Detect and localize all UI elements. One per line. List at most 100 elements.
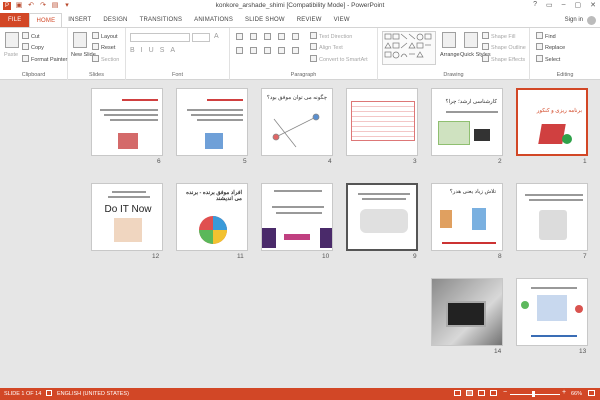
- align-left-icon[interactable]: [236, 47, 243, 54]
- underline-icon[interactable]: U: [149, 47, 154, 54]
- slide-4-diagram: [272, 113, 320, 148]
- paste-button[interactable]: Paste: [4, 52, 18, 58]
- arrange-icon[interactable]: [442, 32, 456, 48]
- layout-button[interactable]: Layout: [92, 32, 118, 40]
- reading-view-icon[interactable]: [478, 390, 485, 396]
- tab-transitions[interactable]: TRANSITIONS: [134, 13, 189, 27]
- slide-thumbnail-12[interactable]: Do IT Now: [91, 183, 163, 251]
- minimize-button[interactable]: –: [562, 1, 566, 9]
- tab-review[interactable]: REVIEW: [291, 13, 328, 27]
- slide-6-image: [118, 133, 138, 149]
- copy-button[interactable]: Copy: [22, 43, 44, 51]
- tab-insert[interactable]: INSERT: [62, 13, 97, 27]
- zoom-level[interactable]: 66%: [571, 391, 582, 397]
- slideshow-view-icon[interactable]: [490, 390, 497, 396]
- shape-effects-button[interactable]: Shape Effects: [482, 55, 525, 63]
- bullets-icon[interactable]: [236, 33, 243, 40]
- decrease-indent-icon[interactable]: [264, 33, 271, 40]
- spelling-icon[interactable]: [46, 390, 52, 396]
- new-slide-icon[interactable]: [73, 32, 87, 48]
- italic-icon[interactable]: I: [141, 47, 143, 54]
- slide-sorter-view-icon[interactable]: [466, 390, 473, 396]
- replace-button[interactable]: Replace: [536, 43, 565, 51]
- slide-thumbnail-5[interactable]: [176, 88, 248, 156]
- paste-icon[interactable]: [5, 32, 19, 48]
- slides-group: New Slide Layout Reset Section Slides: [68, 28, 126, 80]
- slide-indicator: SLIDE 1 OF 14: [4, 391, 42, 397]
- slide-thumbnail-13[interactable]: [516, 278, 588, 346]
- window-controls: ? ▭ – ▢ ✕: [533, 1, 596, 9]
- justify-icon[interactable]: [278, 47, 285, 54]
- align-text-button[interactable]: Align Text: [310, 43, 343, 51]
- slide-number-8: 8: [498, 253, 502, 260]
- tab-view[interactable]: VIEW: [328, 13, 356, 27]
- layout-icon: [92, 32, 99, 39]
- tab-home[interactable]: HOME: [29, 13, 63, 27]
- tab-slide-show[interactable]: SLIDE SHOW: [239, 13, 291, 27]
- numbering-icon[interactable]: [250, 33, 257, 40]
- reset-button[interactable]: Reset: [92, 43, 115, 51]
- language-indicator[interactable]: ENGLISH (UNITED STATES): [57, 391, 129, 397]
- shape-fill-button[interactable]: Shape Fill: [482, 32, 515, 40]
- slide-11-title: افراد موفق برنده - برنده می اندیشند: [186, 190, 242, 202]
- zoom-slider[interactable]: [510, 394, 560, 395]
- select-button[interactable]: Select: [536, 55, 560, 63]
- strikethrough-icon[interactable]: S: [160, 47, 165, 54]
- slide-5-image: [205, 133, 223, 149]
- zoom-out-icon[interactable]: −: [503, 389, 507, 396]
- tab-animations[interactable]: ANIMATIONS: [188, 13, 239, 27]
- align-center-icon[interactable]: [250, 47, 257, 54]
- bold-icon[interactable]: B: [130, 47, 135, 54]
- check-icon: [562, 134, 572, 144]
- convert-smartart-button[interactable]: Convert to SmartArt: [310, 55, 368, 63]
- slide-thumbnail-7[interactable]: [516, 183, 588, 251]
- arrange-button[interactable]: Arrange: [440, 52, 460, 58]
- cut-button[interactable]: Cut: [22, 32, 40, 40]
- normal-view-icon[interactable]: [454, 390, 461, 396]
- slide-2-image: [438, 121, 470, 145]
- maximize-button[interactable]: ▢: [575, 1, 582, 9]
- align-right-icon[interactable]: [264, 47, 271, 54]
- shapes-gallery[interactable]: [382, 31, 436, 65]
- fit-to-window-icon[interactable]: [588, 390, 595, 396]
- grow-font-icon[interactable]: A: [214, 33, 219, 40]
- font-label: Font: [171, 72, 183, 78]
- brush-icon: [22, 55, 29, 62]
- tab-file[interactable]: FILE: [0, 13, 30, 27]
- section-button[interactable]: Section: [92, 55, 119, 63]
- slide-thumbnail-11[interactable]: افراد موفق برنده - برنده می اندیشند: [176, 183, 248, 251]
- increase-indent-icon[interactable]: [278, 33, 285, 40]
- shapes-gallery-icons: [384, 33, 432, 59]
- slide-thumbnail-10[interactable]: [261, 183, 333, 251]
- slide-thumbnail-1[interactable]: برنامه ریزی و کنکور: [516, 88, 588, 156]
- slide-thumbnail-2[interactable]: کارشناسی ارشد؛ چرا؟: [431, 88, 503, 156]
- font-size-dropdown[interactable]: [192, 33, 210, 42]
- zoom-in-icon[interactable]: +: [562, 389, 566, 396]
- font-name-dropdown[interactable]: [130, 33, 190, 42]
- quick-styles-icon[interactable]: [464, 32, 478, 48]
- tab-design[interactable]: DESIGN: [97, 13, 133, 27]
- line-spacing-icon[interactable]: [292, 33, 299, 40]
- reset-icon: [92, 43, 99, 50]
- editing-label: Editing: [556, 72, 574, 78]
- font-color-icon[interactable]: A: [170, 47, 175, 54]
- format-painter-button[interactable]: Format Painter: [22, 55, 67, 63]
- zoom-slider-thumb[interactable]: [532, 391, 535, 397]
- slide-number-1: 1: [583, 158, 587, 165]
- slide-thumbnail-14[interactable]: [431, 278, 503, 346]
- help-button[interactable]: ?: [533, 1, 537, 9]
- slide-thumbnail-6[interactable]: [91, 88, 163, 156]
- close-button[interactable]: ✕: [590, 1, 596, 9]
- slide-thumbnail-8[interactable]: تلاش زیاد یعنی هدر؟: [431, 183, 503, 251]
- sign-in[interactable]: Sign in: [565, 13, 596, 27]
- slide-thumbnail-9[interactable]: [346, 183, 418, 251]
- find-button[interactable]: Find: [536, 32, 556, 40]
- text-direction-button[interactable]: Text Direction: [310, 32, 352, 40]
- ribbon-display-button[interactable]: ▭: [546, 1, 553, 9]
- ribbon-tabs: FILE HOME INSERT DESIGN TRANSITIONS ANIM…: [0, 13, 600, 27]
- sign-in-label[interactable]: Sign in: [565, 13, 583, 27]
- shape-outline-button[interactable]: Shape Outline: [482, 43, 526, 51]
- columns-icon[interactable]: [292, 47, 299, 54]
- slide-thumbnail-4[interactable]: چگونه می توان موفق بود؟: [261, 88, 333, 156]
- slide-thumbnail-3[interactable]: [346, 88, 418, 156]
